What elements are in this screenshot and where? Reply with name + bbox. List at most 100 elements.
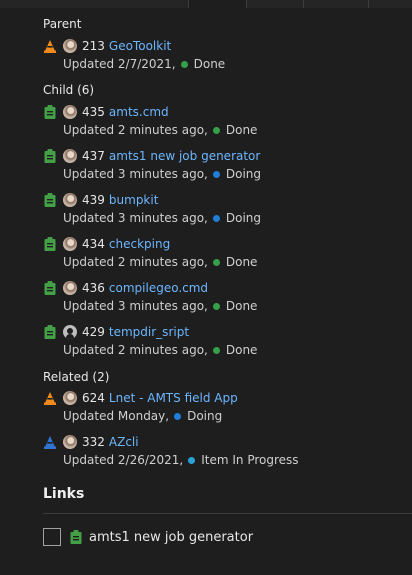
links-divider <box>43 513 412 514</box>
avatar <box>63 281 77 295</box>
state-dot-icon <box>212 214 220 222</box>
work-item-status-row: Updated Monday, Doing <box>63 407 222 425</box>
state-dot-icon <box>180 60 188 68</box>
work-item-link[interactable]: checkping <box>109 237 170 251</box>
state-text: Doing <box>187 409 223 423</box>
work-item-title-row: 435 amts.cmd <box>43 103 169 121</box>
state-text: Done <box>225 299 258 313</box>
work-item-link[interactable]: bumpkit <box>109 193 159 207</box>
state-text: Item In Progress <box>201 453 299 467</box>
avatar <box>63 39 77 53</box>
work-item-link[interactable]: amts.cmd <box>109 105 169 119</box>
state-dot-icon <box>212 258 220 266</box>
work-item-status-row: Updated 2/7/2021, Done <box>63 55 225 73</box>
avatar <box>63 435 77 449</box>
work-item-status-row: Updated 3 minutes ago, Done <box>63 297 257 315</box>
task-icon <box>43 280 57 296</box>
tab-left[interactable] <box>0 0 189 8</box>
avatar <box>63 237 77 251</box>
bug-icon <box>43 390 57 406</box>
work-item-title-row: 436 compilegeo.cmd <box>43 279 208 297</box>
avatar <box>63 193 77 207</box>
task-icon <box>43 324 57 340</box>
work-item-213[interactable]: 213 GeoToolkit Updated 2/7/2021, Done <box>43 37 403 73</box>
state-text: Done <box>225 255 258 269</box>
work-item-id: 332 <box>82 435 105 449</box>
updated-text: Updated 2 minutes ago, <box>63 255 208 269</box>
updated-text: Updated 3 minutes ago, <box>63 299 208 313</box>
bug-icon <box>43 38 57 54</box>
updated-text: Updated 2 minutes ago, <box>63 123 208 137</box>
work-item-link[interactable]: compilegeo.cmd <box>109 281 208 295</box>
work-item-status-row: Updated 2 minutes ago, Done <box>63 121 257 139</box>
task-icon <box>69 529 83 545</box>
work-item-status-row: Updated 3 minutes ago, Doing <box>63 165 261 183</box>
work-item-link[interactable]: amts1 new job generator <box>109 149 260 163</box>
state-dot-icon <box>174 412 182 420</box>
link-row-label[interactable]: amts1 new job generator <box>89 530 253 545</box>
task-icon <box>43 148 57 164</box>
tab-right-2[interactable] <box>302 0 369 8</box>
work-item-title-row: 439 bumpkit <box>43 191 158 209</box>
work-item-status-row: Updated 2 minutes ago, Done <box>63 341 257 359</box>
link-checkbox[interactable] <box>43 528 61 546</box>
links-row[interactable]: amts1 new job generator <box>43 526 253 548</box>
updated-text: Updated Monday, <box>63 409 170 423</box>
work-item-title-row: 624 Lnet - AMTS field App <box>43 389 238 407</box>
state-text: Done <box>225 343 258 357</box>
updated-text: Updated 2/7/2021, <box>63 57 176 71</box>
work-item-id: 213 <box>82 39 105 53</box>
section-parent-title: Parent <box>43 17 82 31</box>
task-icon <box>43 104 57 120</box>
work-item-link[interactable]: tempdir_sript <box>109 325 189 339</box>
updated-text: Updated 3 minutes ago, <box>63 167 208 181</box>
work-item-id: 624 <box>82 391 105 405</box>
state-dot-icon <box>212 170 220 178</box>
section-child-title: Child (6) <box>43 83 95 97</box>
work-item-id: 436 <box>82 281 105 295</box>
tab-right-1[interactable] <box>246 0 304 8</box>
state-dot-icon <box>212 346 220 354</box>
updated-text: Updated 2 minutes ago, <box>63 343 208 357</box>
work-item-link[interactable]: Lnet - AMTS field App <box>109 391 238 405</box>
tab-active[interactable] <box>189 0 246 8</box>
task-icon <box>43 192 57 208</box>
work-item-439[interactable]: 439 bumpkit Updated 3 minutes ago, Doing <box>43 191 403 227</box>
work-item-id: 429 <box>82 325 105 339</box>
work-item-435[interactable]: 435 amts.cmd Updated 2 minutes ago, Done <box>43 103 403 139</box>
work-item-link[interactable]: AZcli <box>109 435 139 449</box>
work-item-status-row: Updated 2 minutes ago, Done <box>63 253 257 271</box>
work-item-status-row: Updated 2/26/2021, Item In Progress <box>63 451 299 469</box>
work-item-title-row: 213 GeoToolkit <box>43 37 171 55</box>
state-text: Done <box>193 57 226 71</box>
avatar <box>63 391 77 405</box>
section-related-title: Related (2) <box>43 370 110 384</box>
work-item-title-row: 437 amts1 new job generator <box>43 147 260 165</box>
work-item-437[interactable]: 437 amts1 new job generator Updated 3 minu… <box>43 147 403 183</box>
avatar <box>63 149 77 163</box>
work-item-link[interactable]: GeoToolkit <box>109 39 171 53</box>
state-text: Doing <box>225 167 261 181</box>
state-dot-icon <box>188 456 196 464</box>
task-icon <box>43 236 57 252</box>
work-item-id: 437 <box>82 149 105 163</box>
state-text: Doing <box>225 211 261 225</box>
top-tab-strip <box>0 0 412 8</box>
updated-text: Updated 3 minutes ago, <box>63 211 208 225</box>
work-item-429[interactable]: 429 tempdir_sript Updated 2 minutes ago, Do… <box>43 323 403 359</box>
epic-icon <box>43 434 57 450</box>
links-heading: Links <box>43 486 85 502</box>
work-item-434[interactable]: 434 checkping Updated 2 minutes ago, Done <box>43 235 403 271</box>
work-item-id: 435 <box>82 105 105 119</box>
work-item-id: 439 <box>82 193 105 207</box>
work-item-624[interactable]: 624 Lnet - AMTS field App Updated Monday, D… <box>43 389 403 425</box>
work-item-332[interactable]: 332 AZcli Updated 2/26/2021, Item In Progre… <box>43 433 403 469</box>
state-dot-icon <box>212 126 220 134</box>
work-item-title-row: 332 AZcli <box>43 433 139 451</box>
work-item-title-row: 429 tempdir_sript <box>43 323 189 341</box>
work-item-436[interactable]: 436 compilegeo.cmd Updated 3 minutes ago, D… <box>43 279 403 315</box>
work-item-title-row: 434 checkping <box>43 235 170 253</box>
work-item-id: 434 <box>82 237 105 251</box>
updated-text: Updated 2/26/2021, <box>63 453 184 467</box>
avatar <box>63 105 77 119</box>
